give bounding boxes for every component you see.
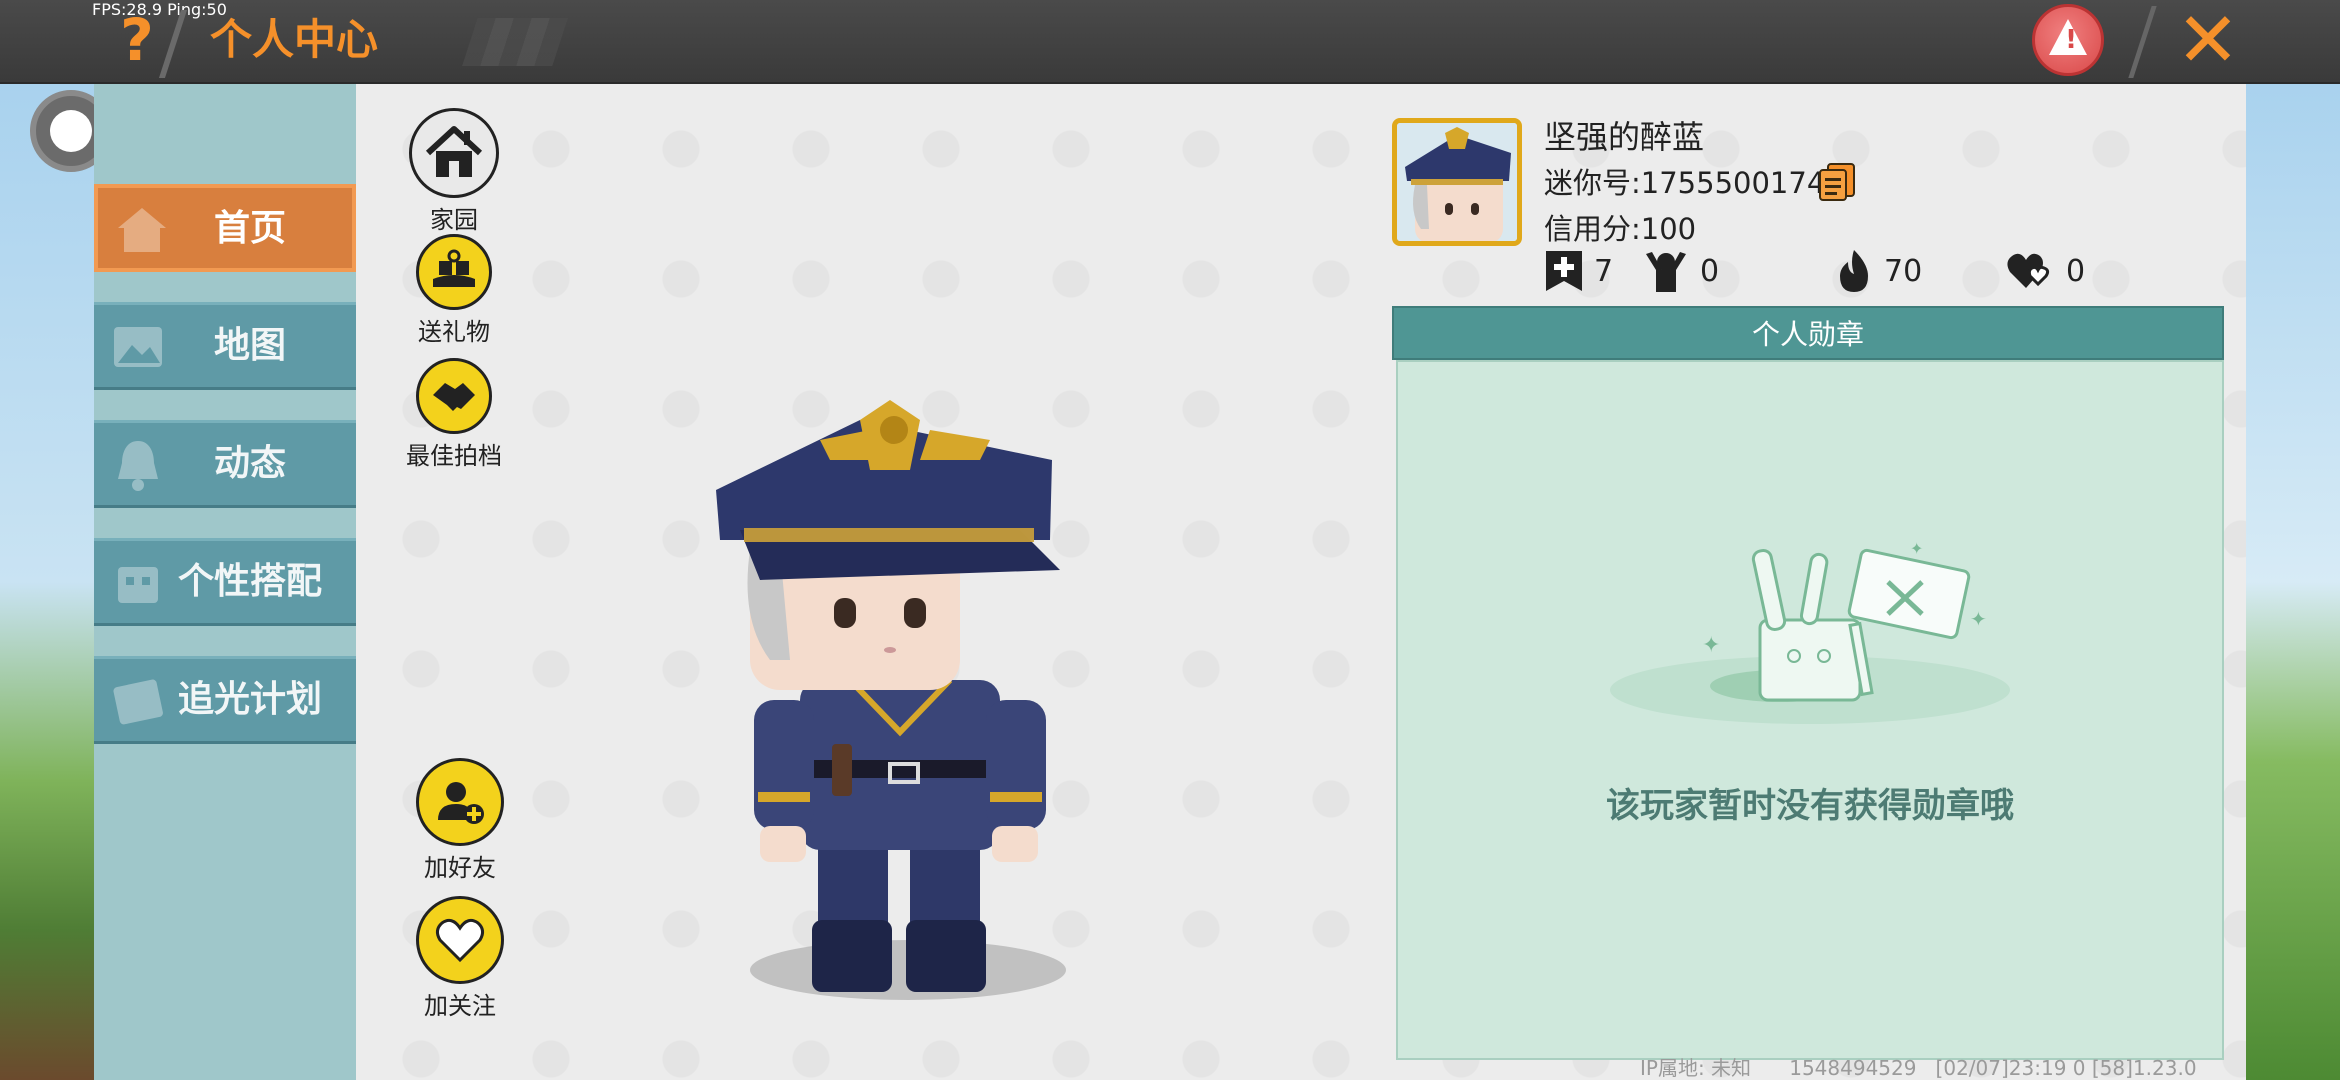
tab-label: 地图 <box>213 325 286 366</box>
avatar[interactable] <box>1392 118 1522 246</box>
stat-hearts: 0 <box>2006 248 2085 294</box>
home-label: 家园 <box>430 206 478 234</box>
avatar-portrait <box>1397 123 1517 241</box>
bell-icon <box>118 441 158 491</box>
tab-label: 动态 <box>213 443 286 484</box>
player-character[interactable] <box>700 360 1100 1010</box>
stat-popularity: 70 <box>1834 248 1922 294</box>
tab-outfit[interactable]: 个性搭配 <box>94 538 356 626</box>
best-partner-button[interactable]: 最佳拍档 <box>394 358 514 471</box>
mini-id: 迷你号:1755500174 <box>1544 166 1826 200</box>
gift-icon <box>433 249 475 287</box>
tab-label: 个性搭配 <box>177 561 322 602</box>
footer-info: IP属地: 未知 1548494529 [02/07]23:19 0 [58]1… <box>1640 1052 2197 1080</box>
gift-label: 送礼物 <box>418 318 490 346</box>
tab-map[interactable]: 地图 <box>94 302 356 390</box>
version: [58]1.23.0 <box>2091 1056 2197 1080</box>
add-friend-button[interactable]: 加好友 <box>400 758 520 883</box>
fans-icon <box>1646 252 1686 292</box>
tab-label: 追光计划 <box>177 679 322 720</box>
credit-score: 信用分:100 <box>1544 212 1697 246</box>
tab-feed[interactable]: 动态 <box>94 420 356 508</box>
svg-text:✦: ✦ <box>1702 633 1720 658</box>
gift-button[interactable]: 送礼物 <box>394 234 514 347</box>
background-scenery-left <box>0 84 95 1080</box>
tab-home[interactable]: 首页 <box>94 184 356 272</box>
light-plan-icon <box>113 679 163 725</box>
hearts-icon <box>2007 253 2050 288</box>
add-user-icon <box>438 782 484 824</box>
svg-text:✦: ✦ <box>1970 607 1987 631</box>
ip-location: IP属地: 未知 <box>1640 1056 1752 1080</box>
player-nickname: 坚强的醉蓝 <box>1544 118 1705 156</box>
handshake-icon <box>433 383 475 411</box>
top-bar: FPS:28.9 Ping:50 ? 个人中心 ! ✕ <box>0 0 2340 84</box>
home-icon <box>118 208 166 252</box>
stat-likes: 7 <box>1544 248 1613 294</box>
player-uid: 1548494529 <box>1789 1056 1917 1080</box>
follow-label: 加关注 <box>424 992 496 1020</box>
tab-light-plan[interactable]: 追光计划 <box>94 656 356 744</box>
decorative-stripe <box>462 18 568 66</box>
close-x-icon[interactable]: ✕ <box>2168 0 2248 80</box>
add-friend-label: 加好友 <box>424 854 496 882</box>
home-button[interactable]: 家园 <box>394 108 514 235</box>
follow-button[interactable]: 加关注 <box>400 896 520 1021</box>
outfit-icon <box>118 567 158 603</box>
best-partner-label: 最佳拍档 <box>406 442 502 470</box>
empty-medal-message: 该玩家暂时没有获得勋章哦 <box>1606 786 2014 826</box>
background-scenery-right <box>2245 84 2340 1080</box>
house-icon <box>425 126 483 177</box>
fire-icon <box>1840 250 1868 292</box>
report-button[interactable]: ! <box>2032 4 2104 76</box>
divider <box>158 10 188 78</box>
stat-fans: 0 <box>1642 248 1719 294</box>
timestamp: [02/07]23:19 0 <box>1935 1056 2086 1080</box>
question-mark-icon[interactable]: ? <box>112 10 162 70</box>
empty-medal-illustration: ✦ ✦ ✦ <box>1610 539 2010 724</box>
plus-bookmark-icon <box>1546 251 1582 291</box>
tab-label: 首页 <box>213 208 286 249</box>
divider <box>2128 6 2157 78</box>
medal-section-header: 个人勋章 <box>1392 306 2224 360</box>
heart-icon <box>435 918 485 963</box>
copy-icon[interactable] <box>1818 162 1856 202</box>
page-title: 个人中心 <box>210 15 379 64</box>
svg-text:✦: ✦ <box>1910 539 1923 558</box>
map-icon <box>114 327 162 367</box>
